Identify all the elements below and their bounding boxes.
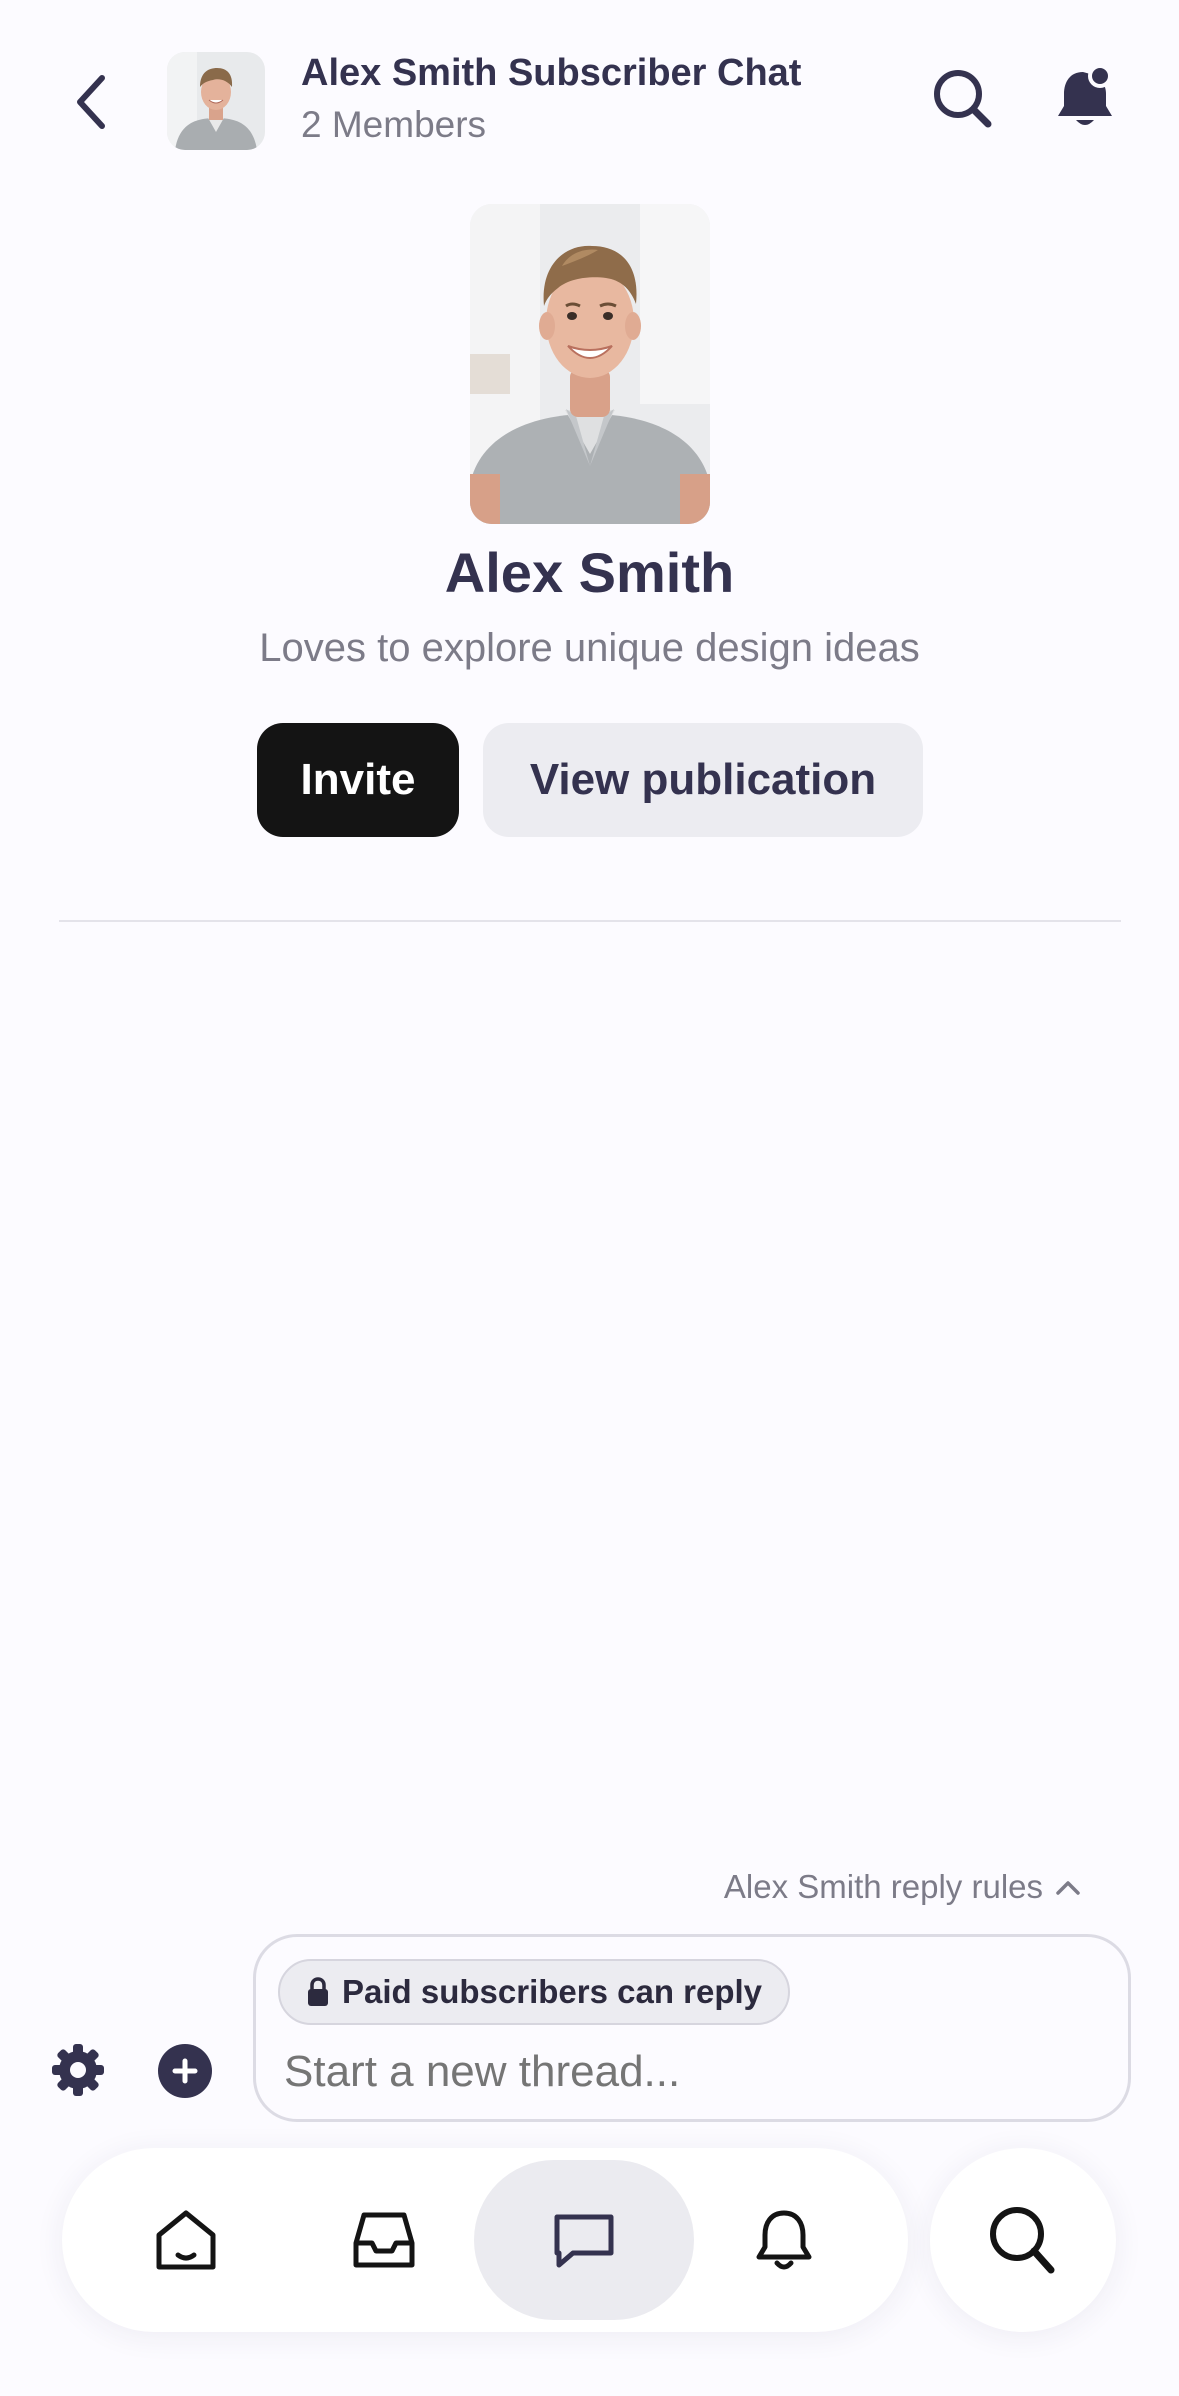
nav-inbox[interactable] [274, 2160, 494, 2320]
header-search-button[interactable] [928, 64, 998, 134]
lock-icon [308, 1977, 328, 2006]
profile-image [470, 204, 710, 524]
paid-subscribers-pill[interactable]: Paid subscribers can reply [278, 1959, 791, 2025]
chevron-up-icon [1056, 1881, 1080, 1895]
home-icon [156, 2210, 216, 2270]
nav-search-button[interactable] [930, 2148, 1116, 2332]
nav-home[interactable] [76, 2160, 296, 2320]
divider [59, 920, 1121, 922]
new-thread-input[interactable] [284, 2047, 1084, 2097]
nav-notifications[interactable] [674, 2160, 894, 2320]
chat-avatar[interactable] [167, 52, 265, 150]
bell-icon [1058, 64, 1112, 125]
chat-title: Alex Smith Subscriber Chat [301, 52, 802, 94]
chat-header: Alex Smith Subscriber Chat 2 Members [0, 0, 1179, 200]
avatar-image [167, 52, 265, 150]
inbox-icon [353, 2212, 415, 2268]
profile-bio: Loves to explore unique design ideas [259, 626, 920, 670]
search-icon [934, 70, 992, 128]
thread-composer[interactable]: Paid subscribers can reply [253, 1934, 1131, 2122]
invite-button[interactable]: Invite [257, 723, 459, 837]
gear-icon [52, 2044, 104, 2096]
search-icon [990, 2207, 1055, 2274]
reply-rules-label: Alex Smith reply rules [723, 1868, 1043, 1905]
settings-button[interactable] [48, 2040, 108, 2100]
chevron-left-icon [77, 75, 105, 129]
chat-bubble-icon [554, 2214, 614, 2268]
header-bell-button[interactable] [1050, 64, 1120, 134]
reply-rules-toggle[interactable]: Alex Smith reply rules [724, 1868, 1081, 1906]
profile-name: Alex Smith [444, 541, 735, 604]
profile-photo [470, 204, 710, 524]
plus-icon [172, 2058, 198, 2084]
bell-outline-icon [756, 2210, 812, 2270]
nav-chat[interactable] [474, 2160, 694, 2320]
add-attachment-button[interactable] [158, 2044, 212, 2098]
member-count[interactable]: 2 Members [301, 104, 486, 146]
back-button[interactable] [66, 72, 116, 132]
bottom-nav [62, 2148, 908, 2332]
paid-pill-label: Paid subscribers can reply [342, 1973, 763, 2010]
view-publication-button[interactable]: View publication [483, 723, 923, 837]
